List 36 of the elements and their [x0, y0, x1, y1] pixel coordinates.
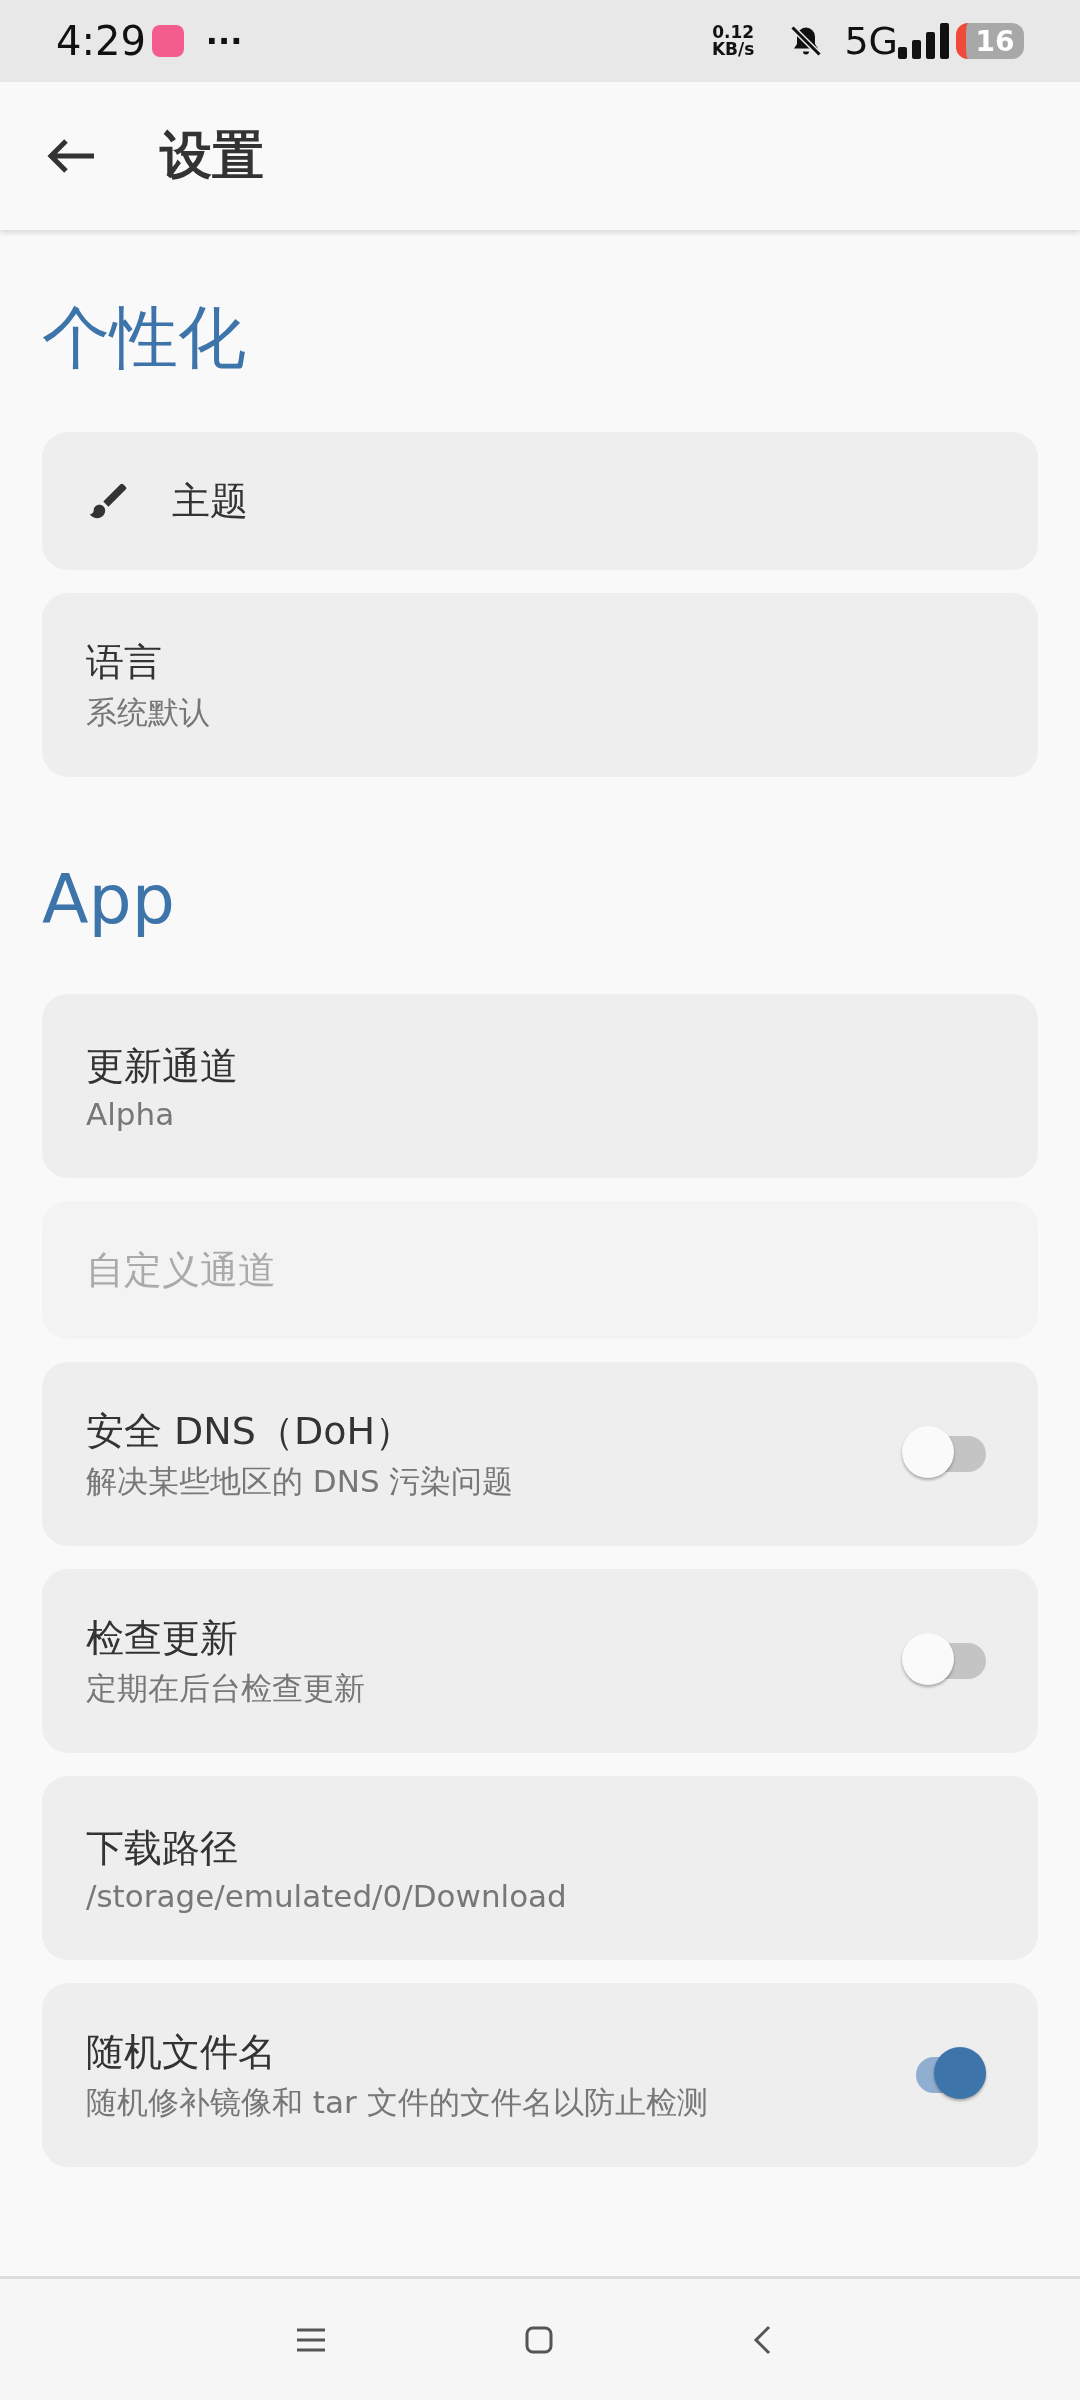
setting-item[interactable]: 语言 系统默认	[42, 593, 1038, 777]
setting-value: 系统默认	[86, 692, 211, 732]
setting-title: 随机文件名	[86, 2028, 277, 2076]
back-arrow-icon[interactable]	[46, 138, 96, 174]
setting-value: /storage/emulated/0/Download	[86, 1877, 568, 1914]
setting-value: Alpha	[86, 1095, 176, 1132]
home-icon[interactable]	[525, 2325, 553, 2354]
battery-indicator: 16	[956, 23, 1024, 59]
setting-item[interactable]: 随机文件名 随机修补镜像和 tar 文件的文件名以防止检测	[42, 1983, 1038, 2167]
menu-icon[interactable]	[297, 2327, 325, 2352]
setting-value: 定期在后台检查更新	[86, 1668, 366, 1708]
more-notifications-icon: ···	[205, 22, 243, 60]
setting-item[interactable]: 更新通道 Alpha	[42, 994, 1038, 1178]
setting-title: 更新通道	[86, 1042, 239, 1090]
app-notification-icon	[151, 25, 184, 57]
section-header: 个性化	[42, 297, 247, 379]
setting-title: 检查更新	[86, 1614, 239, 1662]
setting-title: 语言	[86, 638, 163, 686]
page-title: 设置	[160, 124, 264, 187]
setting-value: 解决某些地区的 DNS 污染问题	[86, 1461, 515, 1501]
setting-title: 自定义通道	[86, 1246, 277, 1294]
back-icon[interactable]	[753, 2324, 771, 2355]
network-type: 5G	[844, 19, 898, 63]
status-time: 4:29	[56, 18, 146, 64]
signal-icon	[898, 23, 950, 59]
setting-title: 下载路径	[86, 1824, 239, 1872]
section-header: App	[42, 859, 176, 941]
setting-item[interactable]: 下载路径 /storage/emulated/0/Download	[42, 1776, 1038, 1960]
setting-title: 安全 DNS（DoH）	[86, 1407, 414, 1455]
setting-item[interactable]: 主题	[42, 432, 1038, 570]
setting-title: 主题	[172, 477, 249, 525]
setting-item[interactable]: 检查更新 定期在后台检查更新	[42, 1569, 1038, 1753]
network-speed-unit: KB/s	[711, 41, 755, 58]
network-speed-value: 0.12	[712, 24, 755, 41]
setting-value: 随机修补镜像和 tar 文件的文件名以防止检测	[86, 2082, 709, 2122]
setting-item[interactable]: 安全 DNS（DoH） 解决某些地区的 DNS 污染问题	[42, 1362, 1038, 1546]
